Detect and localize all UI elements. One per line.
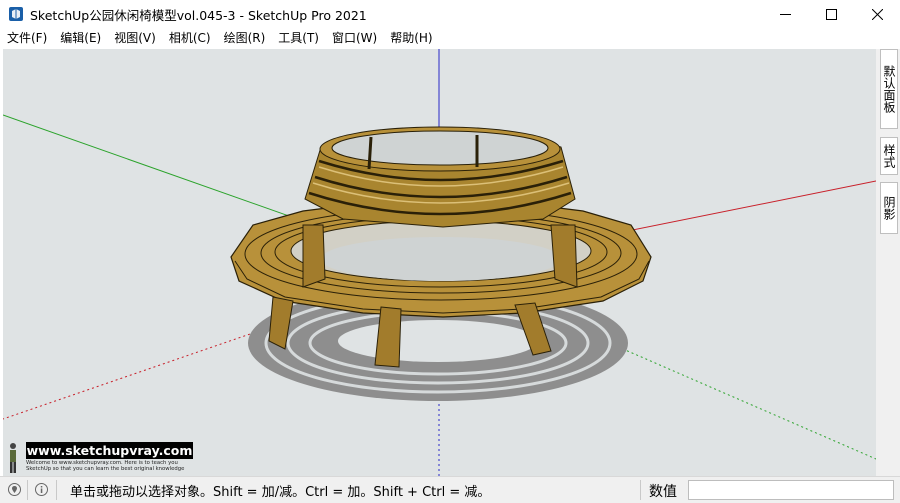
drawing-viewport[interactable] [3, 49, 876, 476]
status-hint: 单击或拖动以选择对象。Shift = 加/减。Ctrl = 加。Shift + … [70, 485, 491, 500]
minimize-icon [779, 13, 791, 15]
status-separator [27, 480, 28, 500]
bench-backrest [304, 126, 576, 228]
geo-location-icon[interactable] [8, 483, 21, 496]
status-bar: 单击或拖动以选择对象。Shift = 加/减。Ctrl = 加。Shift + … [0, 476, 900, 503]
watermark: www.sketchupvray.com Welcome to www.sket… [4, 441, 194, 475]
model-canvas [3, 49, 876, 476]
menu-file[interactable]: 文件(F) [0, 28, 53, 48]
menu-tools[interactable]: 工具(T) [271, 28, 325, 48]
right-tray: 默认面板 样式 阴影 [876, 49, 900, 476]
tray-tab-default[interactable]: 默认面板 [880, 49, 898, 129]
menu-view[interactable]: 视图(V) [107, 28, 162, 48]
watermark-url: www.sketchupvray.com [26, 442, 193, 459]
window-title: SketchUp公园休闲椅模型vol.045-3 - SketchUp Pro … [30, 7, 367, 23]
maximize-icon [825, 8, 837, 20]
sketchup-logo-icon [9, 7, 23, 21]
credits-info-icon[interactable] [35, 483, 48, 496]
menu-window[interactable]: 窗口(W) [325, 28, 383, 48]
menu-edit[interactable]: 编辑(E) [53, 28, 107, 48]
status-separator [56, 480, 57, 500]
close-icon [871, 8, 883, 20]
close-button[interactable] [854, 0, 900, 28]
measurements-label: 数值 [649, 484, 677, 500]
title-bar: SketchUp公园休闲椅模型vol.045-3 - SketchUp Pro … [0, 0, 900, 28]
watermark-subtitle: Welcome to www.sketchupvray.com. Here is… [26, 460, 185, 472]
measurements-input[interactable] [688, 480, 894, 500]
menu-help[interactable]: 帮助(H) [383, 28, 438, 48]
status-separator [640, 480, 641, 500]
maximize-button[interactable] [808, 0, 854, 28]
tray-tab-styles[interactable]: 样式 [880, 137, 898, 175]
menu-camera[interactable]: 相机(C) [162, 28, 217, 48]
tray-tab-shadows[interactable]: 阴影 [880, 182, 898, 234]
minimize-button[interactable] [762, 0, 808, 28]
figure-logo-icon [10, 443, 16, 473]
menu-bar: 文件(F) 编辑(E) 视图(V) 相机(C) 绘图(R) 工具(T) 窗口(W… [0, 28, 900, 48]
menu-draw[interactable]: 绘图(R) [217, 28, 272, 48]
